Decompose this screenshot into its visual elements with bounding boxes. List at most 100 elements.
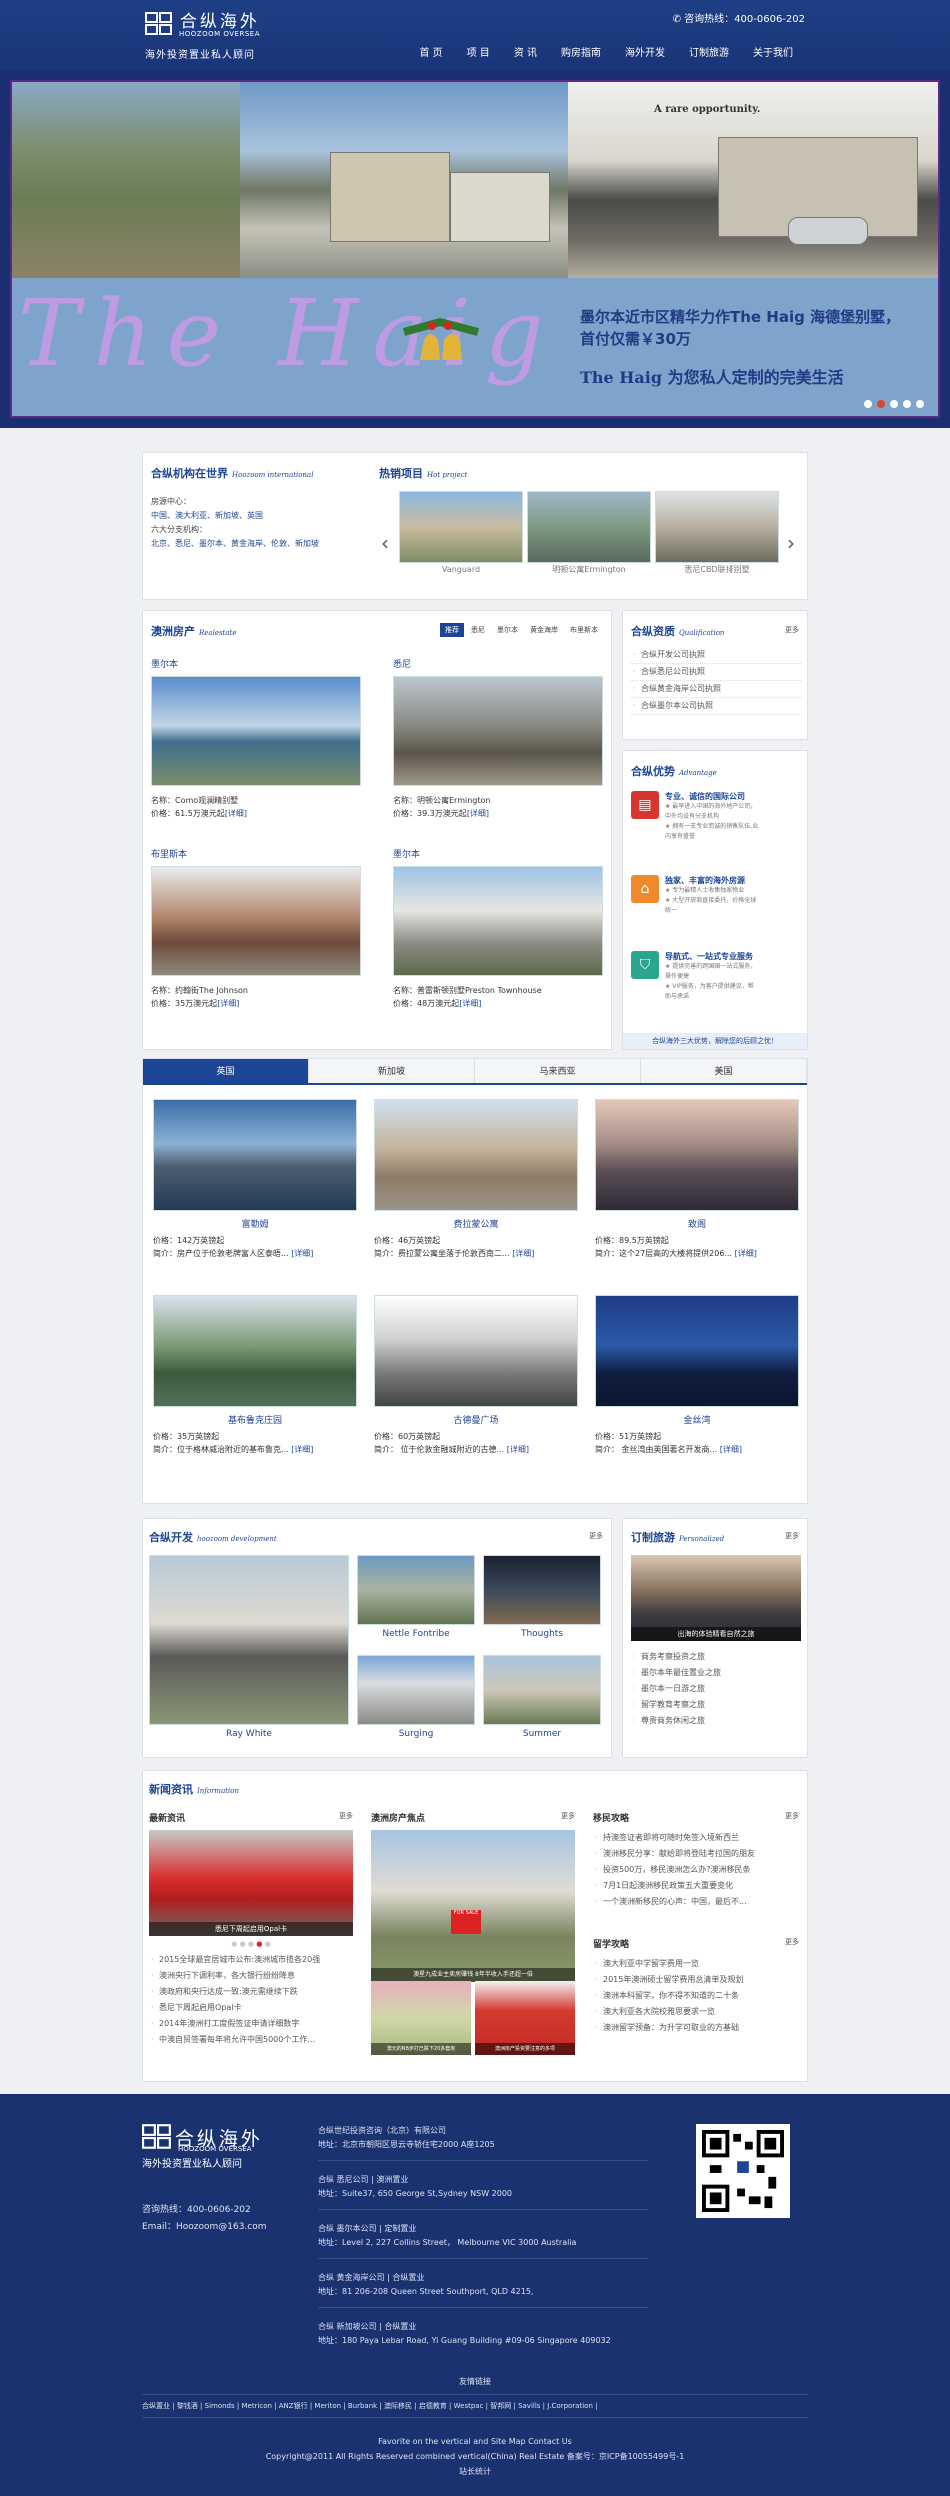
- friend-link[interactable]: 澳际移民: [384, 2402, 412, 2410]
- tab-sydney[interactable]: 悉尼: [466, 623, 490, 637]
- nav-tours[interactable]: 订制旅游: [677, 44, 741, 59]
- list-item[interactable]: 留学教育考察之旅: [631, 1697, 801, 1713]
- footer-logo[interactable]: 合纵海外 HOOZOOM OVERSEA 海外投资置业私人顾问: [142, 2124, 263, 2170]
- development-item[interactable]: Summer: [483, 1655, 601, 1739]
- property-card[interactable]: 基布鲁克庄园 价格：35万英镑起 简介：位于格林威治附近的基布鲁克... [详细]: [153, 1295, 357, 1456]
- list-item[interactable]: 2015年澳洲硕士留学费用总清单及规划: [593, 1972, 799, 1988]
- detail-link[interactable]: [详细]: [225, 809, 247, 818]
- banner-dot[interactable]: [864, 400, 872, 408]
- more-link[interactable]: 更多: [589, 1531, 603, 1541]
- banner-dot-active[interactable]: [877, 400, 885, 408]
- property-card[interactable]: 悉尼 名称：明顿公寓Ermington 价格：39.3万澳元起[详细]: [393, 657, 603, 820]
- detail-link[interactable]: [详细]: [217, 999, 239, 1008]
- friend-link[interactable]: 智邦网: [490, 2402, 511, 2410]
- prev-arrow-icon[interactable]: ‹: [381, 531, 389, 555]
- list-item[interactable]: 墨尔本年最佳置业之旅: [631, 1665, 801, 1681]
- friend-link[interactable]: Metricon: [241, 2402, 271, 2410]
- friend-link[interactable]: Simonds: [205, 2402, 235, 2410]
- next-arrow-icon[interactable]: ›: [787, 531, 795, 555]
- friend-link[interactable]: 黎钱酒: [177, 2402, 198, 2410]
- property-card[interactable]: 墨尔本 名称：普雷斯顿别墅Preston Townhouse 价格：48万澳元起…: [393, 847, 603, 1010]
- list-item[interactable]: 墨尔本一日游之旅: [631, 1681, 801, 1697]
- list-item[interactable]: 合纵黄金海岸公司执照: [631, 681, 801, 698]
- property-card[interactable]: 费拉蒙公寓 价格：46万英镑起 简介：费拉蒙公寓坐落于伦敦西南二... [详细]: [374, 1099, 578, 1260]
- list-item[interactable]: 尊贵商务休闲之旅: [631, 1713, 801, 1729]
- friend-link[interactable]: J.Corporation: [547, 2402, 593, 2410]
- nav-development[interactable]: 海外开发: [613, 44, 677, 59]
- intl-countries[interactable]: 中国、澳大利亚、新加坡、英国: [151, 509, 361, 523]
- footer-sitemap-links[interactable]: Favorite on the vertical and Site Map Co…: [0, 2434, 950, 2449]
- hot-item[interactable]: 悉尼CBD联排别墅: [655, 491, 779, 576]
- detail-link[interactable]: [详细]: [459, 999, 481, 1008]
- list-item[interactable]: 澳大利亚中学留学费用一览: [593, 1956, 799, 1972]
- banner-dot[interactable]: [890, 400, 898, 408]
- tab-recommend[interactable]: 推荐: [440, 623, 464, 637]
- list-item[interactable]: 商务考察投资之旅: [631, 1649, 801, 1665]
- friend-link[interactable]: 合纵置业: [142, 2402, 170, 2410]
- carousel-dots[interactable]: ● ● ● ● ●: [149, 1940, 353, 1948]
- hot-item[interactable]: Vanguard: [399, 491, 523, 576]
- more-link[interactable]: 更多: [785, 1811, 799, 1821]
- hot-item[interactable]: 明顿公寓Ermington: [527, 491, 651, 576]
- friend-link[interactable]: Savills: [518, 2402, 540, 2410]
- tab-malaysia[interactable]: 马来西亚: [475, 1059, 641, 1083]
- property-card[interactable]: 富勒姆 价格：142万英镑起 简介：房产位于伦敦老牌富人区泰晤... [详细]: [153, 1099, 357, 1260]
- intl-branches[interactable]: 北京、悉尼、墨尔本、黄金海岸、伦敦、新加坡: [151, 537, 361, 551]
- list-item[interactable]: 持澳签证者即将可随时免签入境新西兰: [593, 1830, 799, 1846]
- list-item[interactable]: 合纵悉尼公司执照: [631, 664, 801, 681]
- list-item[interactable]: 投资500万，移民澳洲怎么办?澳洲移民条: [593, 1862, 799, 1878]
- focus-main-image[interactable]: FOR SALE 澳星九成业主卖房赚钱 8年半收入手还超一倍: [371, 1830, 575, 1982]
- tab-uk[interactable]: 英国: [143, 1059, 309, 1083]
- list-item[interactable]: 2014年澳洲打工度假签证申请详细数字: [149, 2016, 353, 2032]
- friend-link[interactable]: Burbank: [348, 2402, 377, 2410]
- nav-home[interactable]: 首 页: [407, 44, 454, 59]
- list-item[interactable]: 合纵开发公司执照: [631, 647, 801, 664]
- tab-brisbane[interactable]: 布里斯本: [565, 623, 603, 637]
- footer-stats-link[interactable]: 站长统计: [0, 2464, 950, 2479]
- development-item[interactable]: Surging: [357, 1655, 475, 1739]
- tab-usa[interactable]: 美国: [641, 1059, 807, 1083]
- list-item[interactable]: 一个澳洲新移民的心声：中国，最后不...: [593, 1894, 799, 1910]
- list-item[interactable]: 澳洲留学预备：为升学可取业的方基础: [593, 2020, 799, 2036]
- banner-slide[interactable]: A rare opportunity. The Haig 墨尔本近市区精华力作T…: [10, 80, 940, 418]
- list-item[interactable]: 中澳自贸签署每年将允许中国5000个工作...: [149, 2032, 353, 2048]
- list-item[interactable]: 澳洲本科留学，你不得不知道的二十条: [593, 1988, 799, 2004]
- more-link[interactable]: 更多: [785, 625, 799, 635]
- property-card[interactable]: 墨尔本 名称：Como观澜精别墅 价格：61.5万澳元起[详细]: [151, 657, 361, 820]
- site-logo[interactable]: 合纵海外 HOOZOOM OVERSEA 海外投资置业私人顾问: [145, 12, 260, 61]
- more-link[interactable]: 更多: [561, 1811, 575, 1821]
- list-item[interactable]: 合纵墨尔本公司执照: [631, 698, 801, 715]
- focus-image[interactable]: 澳元的NB步打已跌下20多套房: [371, 1981, 471, 2055]
- friend-link[interactable]: Westpac: [454, 2402, 484, 2410]
- nav-news[interactable]: 资 讯: [502, 44, 549, 59]
- nav-guide[interactable]: 购房指南: [549, 44, 613, 59]
- development-item[interactable]: Ray White: [149, 1555, 349, 1739]
- list-item[interactable]: 澳大利亚各大院校雅思要求一览: [593, 2004, 799, 2020]
- more-link[interactable]: 更多: [785, 1937, 799, 1947]
- tab-singapore[interactable]: 新加坡: [309, 1059, 475, 1083]
- friend-link[interactable]: ANZ银行: [279, 2402, 308, 2410]
- tab-melbourne[interactable]: 墨尔本: [492, 623, 523, 637]
- friend-link[interactable]: Meriton: [314, 2402, 341, 2410]
- latest-news-image[interactable]: 悉尼下周起启用Opal卡: [149, 1830, 353, 1936]
- list-item[interactable]: 澳洲央行下调利率，各大银行纷纷降息: [149, 1968, 353, 1984]
- detail-link[interactable]: [详细]: [467, 809, 489, 818]
- property-card[interactable]: 古德曼广场 价格：60万英镑起 简介： 位于伦敦金融城附近的古德... [详细]: [374, 1295, 578, 1456]
- focus-image[interactable]: 澳洲房产投资要注意的多项: [475, 1981, 575, 2055]
- list-item[interactable]: 2015全球最宜居城市公布:澳洲城市揽各20强: [149, 1952, 353, 1968]
- development-item[interactable]: Thoughts: [483, 1555, 601, 1639]
- list-item[interactable]: 悉尼下周起启用Opal卡: [149, 2000, 353, 2016]
- nav-about[interactable]: 关于我们: [741, 44, 805, 59]
- property-card[interactable]: 致阁 价格：89.5万英镑起 简介：这个27层高的大楼将提供206... [详细]: [595, 1099, 799, 1260]
- property-card[interactable]: 布里斯本 名称：约翰街The Johnson 价格：35万澳元起[详细]: [151, 847, 361, 1010]
- list-item[interactable]: 澳政府和央行达成一致:澳元需继续下跌: [149, 1984, 353, 2000]
- nav-projects[interactable]: 项 目: [455, 44, 502, 59]
- more-link[interactable]: 更多: [339, 1811, 353, 1821]
- friend-link[interactable]: 启德教育: [419, 2402, 447, 2410]
- development-item[interactable]: Nettle Fontribe: [357, 1555, 475, 1639]
- more-link[interactable]: 更多: [785, 1531, 799, 1541]
- banner-dot[interactable]: [903, 400, 911, 408]
- list-item[interactable]: 7月1日起澳洲移民政策五大重要变化: [593, 1878, 799, 1894]
- tab-goldcoast[interactable]: 黄金海岸: [525, 623, 563, 637]
- banner-dot[interactable]: [916, 400, 924, 408]
